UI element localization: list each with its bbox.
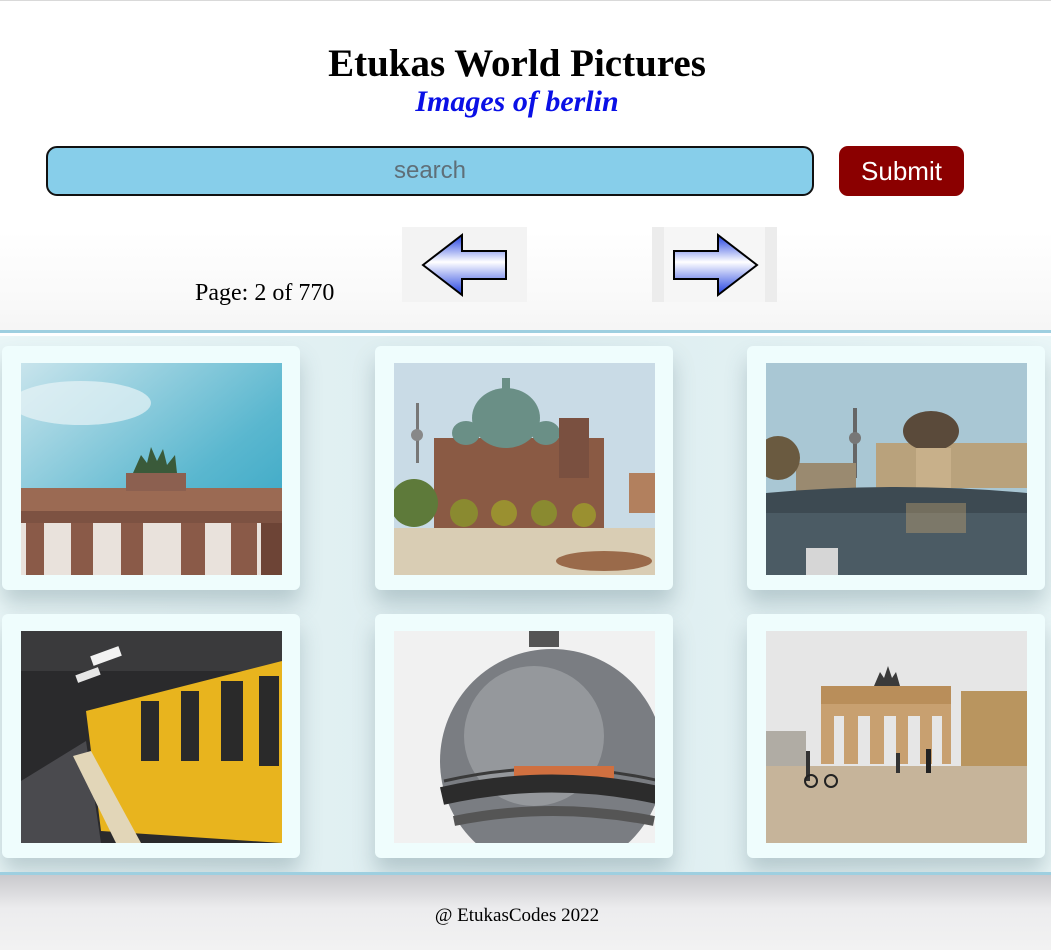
bode-museum-river-photo[interactable] — [766, 363, 1027, 575]
page-header: Etukas World Pictures Images of berlin S… — [0, 1, 1051, 333]
page-indicator: Page: 2 of 770 — [195, 280, 335, 306]
gallery-card[interactable] — [375, 614, 673, 858]
gallery-card[interactable] — [2, 346, 300, 590]
gallery-card[interactable] — [2, 614, 300, 858]
right-arrow-icon — [672, 232, 759, 297]
berlin-cathedral-photo[interactable] — [394, 363, 655, 575]
submit-button[interactable]: Submit — [839, 146, 964, 196]
gallery-card[interactable] — [375, 346, 673, 590]
site-title: Etukas World Pictures — [328, 42, 706, 85]
brandenburg-gate-quadriga-photo[interactable] — [21, 363, 282, 575]
page-footer: @ EtukasCodes 2022 — [0, 872, 1051, 950]
next-page-button[interactable] — [652, 227, 777, 302]
search-input[interactable] — [46, 146, 814, 196]
site-subtitle: Images of berlin — [415, 85, 619, 118]
image-gallery — [0, 336, 1051, 872]
tv-tower-sphere-photo[interactable] — [394, 631, 655, 843]
left-arrow-icon — [420, 232, 507, 297]
copyright-text: @ EtukasCodes 2022 — [434, 905, 600, 926]
previous-page-button[interactable] — [402, 227, 527, 302]
brandenburg-gate-square-photo[interactable] — [766, 631, 1027, 843]
gallery-card[interactable] — [747, 346, 1045, 590]
gallery-card[interactable] — [747, 614, 1045, 858]
u-bahn-yellow-train-photo[interactable] — [21, 631, 282, 843]
